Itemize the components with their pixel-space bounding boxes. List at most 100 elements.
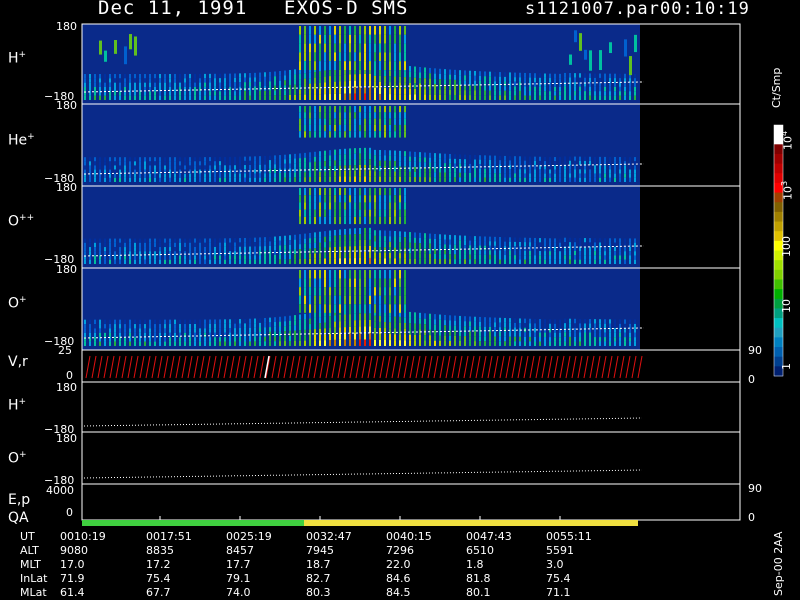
spectrogram-cell xyxy=(124,95,126,100)
spectrogram-cell xyxy=(449,325,451,331)
spectrogram-cell xyxy=(554,73,556,79)
spectrogram-cell xyxy=(349,80,351,88)
spectrogram-cell xyxy=(144,157,146,162)
spectrogram-cell xyxy=(144,337,146,342)
spectrogram-cell xyxy=(529,318,531,324)
spectrogram-cell xyxy=(229,73,231,79)
spectrogram-cell xyxy=(574,173,576,178)
spectrogram-cell xyxy=(574,341,576,346)
velocity-mark xyxy=(247,355,253,379)
spectrogram-cell xyxy=(169,73,171,79)
spectrogram-cell xyxy=(514,90,516,96)
spectrogram-cell xyxy=(94,73,96,79)
spectrogram-cell xyxy=(319,176,321,182)
spectrogram-cell xyxy=(359,74,361,81)
spectrogram-cell xyxy=(364,209,366,217)
spectrogram-cell xyxy=(149,95,151,100)
spectrogram-cell xyxy=(594,177,596,182)
spectrogram-cell xyxy=(494,245,496,251)
spectrogram-cell xyxy=(264,259,266,264)
spectrogram-cell xyxy=(194,95,196,100)
tick-hl-top: 180 xyxy=(56,381,77,394)
tick-he-top: 180 xyxy=(56,99,77,112)
spectrogram-cell xyxy=(359,287,361,296)
spectrogram-cell xyxy=(194,73,196,79)
spectrogram-cell xyxy=(384,43,386,53)
spectrogram-cell xyxy=(199,337,201,342)
spectrogram-cell xyxy=(404,287,406,296)
spectrogram-cell xyxy=(559,177,561,182)
spectrogram-cell xyxy=(479,236,481,241)
spectrogram-cell xyxy=(234,86,236,92)
spectrogram-cell xyxy=(359,34,361,44)
spectrogram-cell xyxy=(94,251,96,256)
spectrogram-cell xyxy=(634,173,636,178)
spectrogram-cell xyxy=(214,157,216,162)
spectrogram-cell xyxy=(164,247,166,252)
spectrogram-cell xyxy=(344,209,346,217)
spectrogram-cell xyxy=(154,328,156,333)
spectrogram-cell xyxy=(499,168,501,174)
spectrogram-cell xyxy=(329,70,331,77)
spectrogram-cell xyxy=(109,255,111,260)
spectrogram-cell xyxy=(364,118,366,125)
spectrogram-cell xyxy=(604,341,606,346)
spectrogram-cell xyxy=(344,154,346,160)
spectrogram-cell xyxy=(594,251,596,256)
spectrogram-cell xyxy=(114,78,116,83)
spectrogram-cell xyxy=(274,85,276,91)
spectrogram-cell xyxy=(624,255,626,260)
spectrogram-cell xyxy=(504,322,506,328)
spectrogram-cell xyxy=(624,169,626,174)
spectrogram-cell xyxy=(589,323,591,329)
spectrogram-cell xyxy=(454,320,456,326)
spectrogram-cell xyxy=(194,332,196,338)
spectrogram-cell xyxy=(419,77,421,84)
spectrogram-cell xyxy=(519,72,521,78)
spectrogram-cell xyxy=(294,325,296,331)
velocity-mark xyxy=(319,355,325,379)
spectrogram-cell xyxy=(344,26,346,35)
spectrogram-cell xyxy=(119,332,121,338)
spectrogram-cell xyxy=(544,156,546,162)
spectrogram-cell xyxy=(459,80,461,86)
spectrogram-cell xyxy=(494,322,496,328)
spectrogram-cell xyxy=(369,34,371,44)
spectrogram-cell xyxy=(189,259,191,264)
spectrogram-cell xyxy=(339,124,341,132)
spectrogram-cell xyxy=(599,341,601,346)
spectrogram-cell xyxy=(374,81,376,88)
footer-cell: 82.7 xyxy=(306,572,331,585)
spectrogram-cell xyxy=(589,259,591,264)
spectrogram-cell xyxy=(439,94,441,100)
spectrogram-cell xyxy=(514,177,516,182)
spectrogram-cell xyxy=(229,95,231,100)
spectrogram-cell xyxy=(479,168,481,174)
spectrogram-cell xyxy=(519,318,521,324)
spectrogram-cell xyxy=(624,91,626,96)
spectrogram-cell xyxy=(449,94,451,100)
spectrogram-cell xyxy=(354,188,356,196)
spectrogram-cell xyxy=(614,332,616,338)
spectrogram-cell xyxy=(129,324,131,329)
spectrogram-cell xyxy=(124,78,126,83)
spectrogram-cell xyxy=(204,323,206,329)
spectrogram-cell xyxy=(619,319,621,324)
spectrogram-cell xyxy=(184,242,186,248)
spectrogram-cell xyxy=(344,240,346,247)
spectrogram-cell xyxy=(394,166,396,172)
spectrogram-cell xyxy=(534,332,536,337)
spectrogram-cell xyxy=(584,91,586,96)
spectrogram-cell xyxy=(219,242,221,247)
spectrogram-cell xyxy=(564,90,566,96)
spectrogram-cell xyxy=(389,236,391,242)
spectrogram-cell xyxy=(334,26,336,35)
spectrogram-cell xyxy=(124,247,126,252)
spectrogram-cell xyxy=(319,334,321,341)
spectrogram-cell xyxy=(579,323,581,328)
spectrogram-cell xyxy=(274,259,276,264)
spectrogram-cell xyxy=(329,216,331,225)
spectrogram-cell xyxy=(469,316,471,322)
spectrogram-cell xyxy=(524,246,526,251)
spectrogram-cell xyxy=(334,304,336,313)
